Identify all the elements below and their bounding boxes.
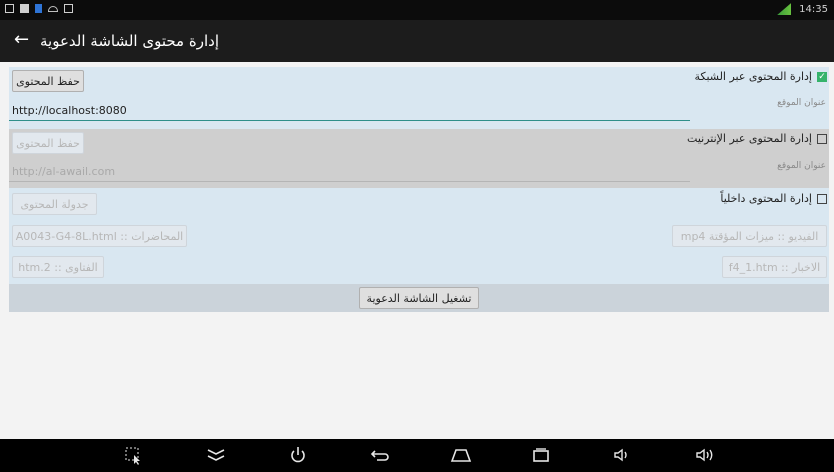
app-bar: ← إدارة محتوى الشاشة الدعوية <box>0 20 834 62</box>
back-arrow-icon[interactable]: ← <box>14 29 29 51</box>
recents-icon[interactable] <box>530 445 552 465</box>
app-icon <box>35 4 42 13</box>
news-file-button[interactable]: الاخبار :: f4_1.htm <box>722 256 827 278</box>
internet-url-field[interactable]: http://al-awail.com <box>12 165 115 178</box>
internet-checkbox-label: إدارة المحتوى عبر الإنترنيت <box>687 132 812 145</box>
content-area: حفظ المحتوى ✓ إدارة المحتوى عبر الشبكة ع… <box>0 62 834 439</box>
internet-url-underline <box>9 181 690 182</box>
notification-icons <box>5 4 73 13</box>
power-icon[interactable] <box>287 445 309 465</box>
navigation-bar <box>0 439 834 472</box>
screenshot-icon[interactable] <box>122 445 144 465</box>
fatwas-file-button[interactable]: الفتاوى :: htm.2 <box>12 256 104 278</box>
wifi-icon <box>48 6 58 12</box>
status-bar: 14:35 <box>0 0 834 20</box>
signal-icon <box>777 3 792 15</box>
internet-checkbox[interactable] <box>817 134 827 144</box>
schedule-content-button[interactable]: جدولة المحتوى <box>12 193 97 215</box>
save-network-button[interactable]: حفظ المحتوى <box>12 70 84 92</box>
network-url-field[interactable]: http://localhost:8080 <box>12 104 127 117</box>
internal-checkbox[interactable] <box>817 194 827 204</box>
home-icon[interactable] <box>450 445 472 465</box>
network-checkbox-label: إدارة المحتوى عبر الشبكة <box>694 70 812 83</box>
notification-icon <box>5 4 14 13</box>
internet-site-hint: عنوان الموقع <box>777 161 826 171</box>
save-internet-button[interactable]: حفظ المحتوى <box>12 132 84 154</box>
lectures-file-button[interactable]: المحاضرات :: A0043-G4-8L.html <box>12 225 187 247</box>
back-icon[interactable] <box>369 445 391 465</box>
volume-down-icon[interactable] <box>611 445 633 465</box>
status-time: 14:35 <box>799 3 828 15</box>
collapse-icon[interactable] <box>205 445 227 465</box>
network-url-underline <box>9 120 690 121</box>
mail-icon <box>20 4 29 13</box>
video-file-button[interactable]: الفيديو :: ميزات المؤقتة mp4 <box>672 225 827 247</box>
network-checkbox[interactable]: ✓ <box>817 72 827 82</box>
volume-up-icon[interactable] <box>694 445 716 465</box>
image-icon <box>64 4 73 13</box>
page-title: إدارة محتوى الشاشة الدعوية <box>40 32 219 50</box>
network-site-hint: عنوان الموقع <box>777 98 826 108</box>
internal-checkbox-label: إدارة المحتوى داخلياً <box>720 192 812 205</box>
run-screen-button[interactable]: تشغيل الشاشة الدعوية <box>359 287 479 309</box>
